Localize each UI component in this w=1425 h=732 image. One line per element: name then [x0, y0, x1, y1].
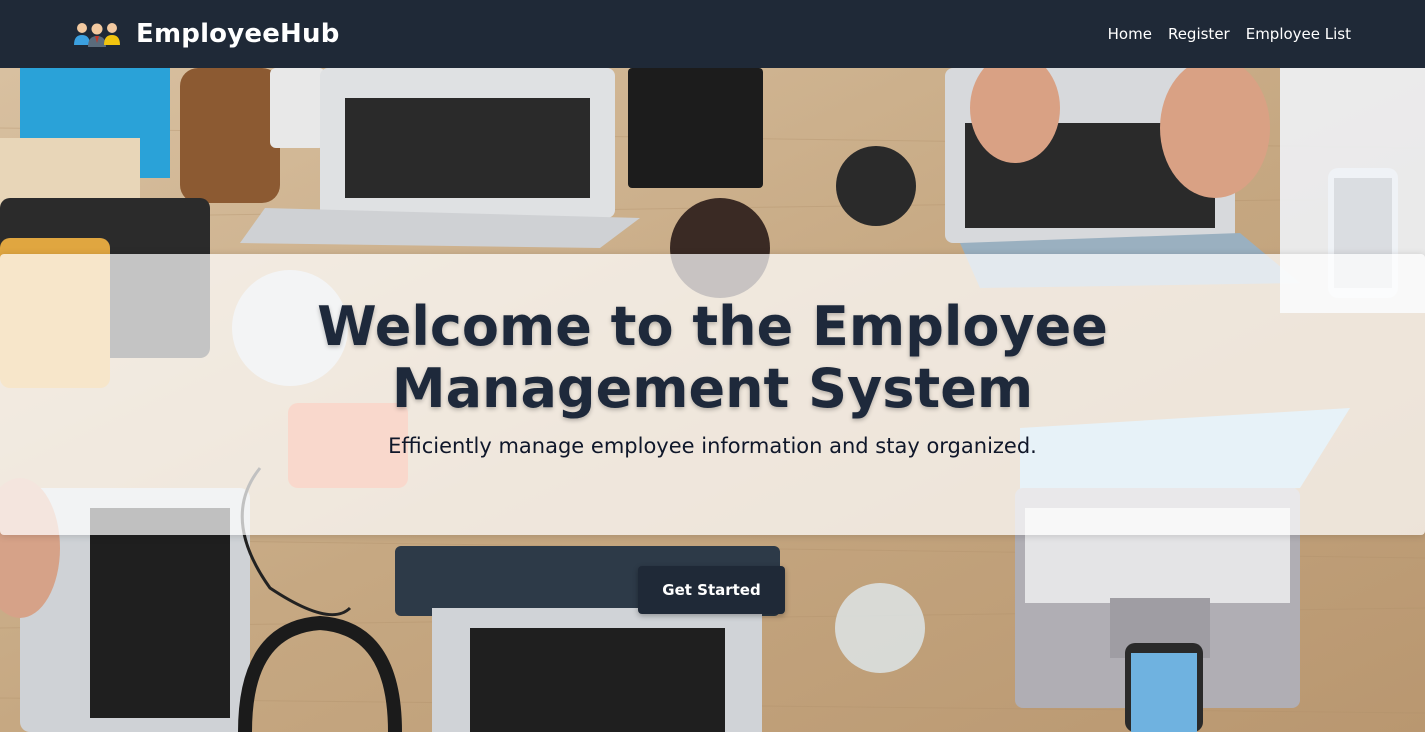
nav-link-register[interactable]: Register [1168, 25, 1230, 43]
brand-name: EmployeeHub [136, 19, 340, 49]
top-navbar: EmployeeHub Home Register Employee List [0, 0, 1425, 68]
nav-link-home[interactable]: Home [1108, 25, 1152, 43]
nav-link-employee-list[interactable]: Employee List [1246, 25, 1351, 43]
hero-section: Welcome to the Employee Management Syste… [0, 68, 1425, 732]
nav-links: Home Register Employee List [1108, 25, 1351, 43]
team-people-icon [74, 23, 120, 47]
get-started-button[interactable]: Get Started [638, 566, 785, 614]
hero-title: Welcome to the Employee Management Syste… [317, 295, 1108, 420]
hero-subtitle: Efficiently manage employee information … [388, 434, 1037, 458]
brand-link[interactable]: EmployeeHub [72, 19, 340, 49]
